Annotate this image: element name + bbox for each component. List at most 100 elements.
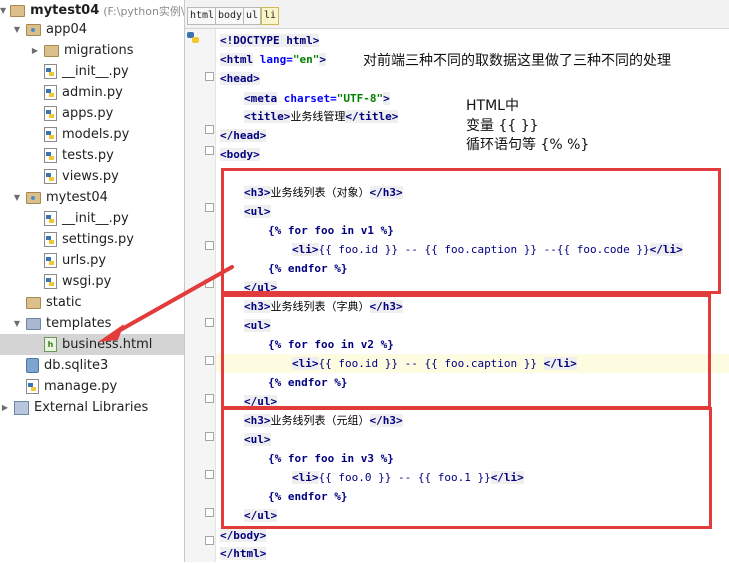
tree-item-app04-init[interactable]: __init__.py [0,61,184,82]
tree-item-models[interactable]: models.py [0,124,184,145]
annotation-note-html: HTML中 [466,98,519,114]
code-line[interactable]: {% for foo in v3 %} [268,449,394,468]
code-line[interactable]: {% for foo in v1 %} [268,221,394,240]
html-file-icon: h [44,337,57,352]
li-close-tag: </li> [543,357,577,370]
code-line[interactable]: <h3>业务线列表（对象）</h3> [244,183,403,202]
chevron-down-icon[interactable]: ▼ [12,319,22,328]
tree-item-tests[interactable]: tests.py [0,145,184,166]
code-line[interactable]: </head> [220,126,267,145]
fold-marker-icon[interactable] [205,146,214,155]
fold-marker-icon[interactable] [205,241,214,250]
editor-gutter[interactable] [185,29,216,562]
tree-root-mytest04[interactable]: ▼ mytest04 (F:\python实例\m [0,0,184,21]
tree-item-views[interactable]: views.py [0,166,184,187]
tree-item-static[interactable]: static [0,292,184,313]
code-line[interactable]: <ul> [244,430,271,449]
fold-marker-icon[interactable] [205,318,214,327]
head-open-tag: <head> [220,72,260,85]
breadcrumb-html[interactable]: html [187,7,218,25]
code-line[interactable]: <head> [220,69,260,88]
tree-item-db-sqlite3[interactable]: db.sqlite3 [0,355,184,376]
tree-item-mytest04-init[interactable]: __init__.py [0,208,184,229]
breadcrumb-li[interactable]: li [261,7,280,25]
code-editor[interactable]: html body ul li <!DOCTYPE html> <html la… [185,0,729,562]
python-file-icon [44,169,57,184]
tree-item-settings[interactable]: settings.py [0,229,184,250]
tree-item-business-html[interactable]: h business.html [0,334,184,355]
code-line[interactable]: </ul> [244,392,278,411]
li-body-v1: {{ foo.id }} -- {{ foo.caption }} --{{ f… [318,243,650,256]
python-file-icon [44,106,57,121]
fold-marker-icon[interactable] [205,125,214,134]
chevron-down-icon[interactable]: ▼ [12,25,22,34]
fold-marker-icon[interactable] [205,432,214,441]
fold-marker-icon[interactable] [205,470,214,479]
tree-item-app04[interactable]: ▼ app04 [0,19,184,40]
endfor: {% endfor %} [268,490,348,503]
breadcrumb-body[interactable]: body [215,7,246,25]
project-name: mytest04 [30,3,100,18]
tree-item-manage[interactable]: manage.py [0,376,184,397]
code-line[interactable]: <ul> [244,202,271,221]
html-close-tag: </html> [220,547,267,560]
h3-open-tag: <h3> [244,414,271,427]
code-line[interactable]: <!DOCTYPE html> [220,31,320,50]
tree-item-mytest04-pkg[interactable]: ▼ mytest04 [0,187,184,208]
code-line[interactable]: <h3>业务线列表（字典）</h3> [244,297,403,316]
fold-marker-icon[interactable] [205,536,214,545]
charset-attr: charset= [277,92,337,105]
tag-end: > [319,53,326,66]
code-line[interactable]: <li>{{ foo.id }} -- {{ foo.caption }} --… [292,240,683,259]
fold-marker-icon[interactable] [205,203,214,212]
code-line[interactable]: </ul> [244,506,278,525]
fold-marker-icon[interactable] [205,72,214,81]
code-line[interactable]: <h3>业务线列表（元组）</h3> [244,411,403,430]
code-line[interactable]: </body> [220,526,267,545]
h3-close-tag: </h3> [369,186,403,199]
html-open-tag: <html [220,53,254,66]
python-file-icon [44,127,57,142]
code-line[interactable]: {% for foo in v2 %} [268,335,394,354]
tree-item-admin[interactable]: admin.py [0,82,184,103]
code-line[interactable]: <body> [220,145,260,164]
breadcrumb-ul[interactable]: ul [243,7,262,25]
li-open-tag: <li> [292,471,319,484]
chevron-right-icon[interactable]: ▶ [0,403,10,412]
code-line[interactable]: </html> [220,544,267,563]
python-file-icon [44,211,57,226]
python-file-icon [44,253,57,268]
chevron-right-icon[interactable]: ▶ [30,46,40,55]
fold-marker-icon[interactable] [205,508,214,517]
fold-marker-icon[interactable] [205,394,214,403]
code-line[interactable]: {% endfor %} [268,259,347,278]
tree-item-label: db.sqlite3 [44,358,109,373]
tree-item-external-libraries[interactable]: ▶ External Libraries [0,397,184,418]
code-line[interactable]: <ul> [244,316,271,335]
tree-item-templates[interactable]: ▼ templates [0,313,184,334]
tree-item-urls[interactable]: urls.py [0,250,184,271]
tree-item-label: mytest04 [46,190,108,205]
ul-open-tag: <ul> [244,433,271,446]
chevron-down-icon[interactable]: ▼ [12,193,22,202]
fold-marker-icon[interactable] [205,356,214,365]
code-line[interactable]: <meta charset="UTF-8"> [244,89,390,108]
project-path: (F:\python实例\m [103,4,185,18]
python-file-icon [44,232,57,247]
code-line[interactable]: </ul> [244,278,278,297]
annotation-note-top: 对前端三种不同的取数据这里做了三种不同的处理 [363,53,671,69]
chevron-down-icon[interactable]: ▼ [0,6,6,15]
code-line[interactable]: <title>业务线管理</title> [244,107,399,126]
tree-item-migrations[interactable]: ▶ migrations [0,40,184,61]
tree-item-wsgi[interactable]: wsgi.py [0,271,184,292]
code-line[interactable]: <li>{{ foo.0 }} -- {{ foo.1 }}</li> [292,468,524,487]
code-line[interactable]: <html lang="en"> [220,50,326,69]
code-line[interactable]: {% endfor %} [268,373,347,392]
fold-marker-icon[interactable] [205,279,214,288]
tree-item-label: static [46,295,82,310]
tree-item-apps[interactable]: apps.py [0,103,184,124]
tag-end: > [383,92,390,105]
code-line[interactable]: <li>{{ foo.id }} -- {{ foo.caption }} </… [292,354,577,373]
code-line[interactable]: {% endfor %} [268,487,347,506]
project-tree[interactable]: ▼ mytest04 (F:\python实例\m ▼ app04 ▶ migr… [0,0,185,562]
